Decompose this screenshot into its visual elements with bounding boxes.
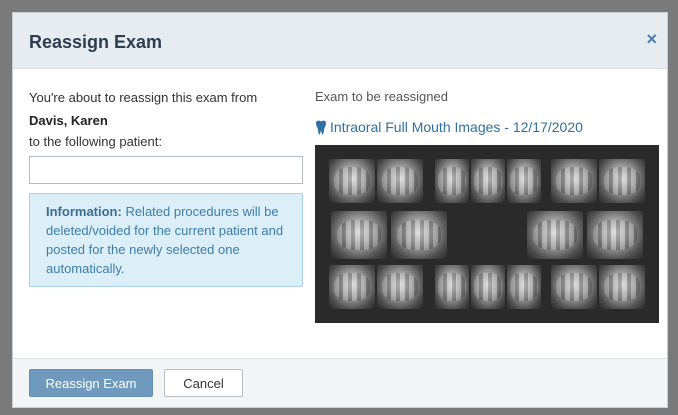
xray-image bbox=[551, 265, 597, 309]
dialog-footer: Reassign Exam Cancel bbox=[13, 358, 667, 407]
xray-image bbox=[391, 211, 447, 259]
close-icon[interactable]: × bbox=[646, 30, 657, 48]
xray-image bbox=[599, 159, 645, 203]
cancel-button[interactable]: Cancel bbox=[164, 369, 243, 397]
exam-link-label: Intraoral Full Mouth Images - 12/17/2020 bbox=[330, 119, 583, 135]
information-notice: Information: Related procedures will be … bbox=[29, 193, 303, 287]
information-label: Information: bbox=[46, 204, 122, 219]
dialog-title: Reassign Exam bbox=[29, 32, 163, 52]
current-patient-name: Davis, Karen bbox=[29, 113, 108, 128]
xray-image bbox=[527, 211, 583, 259]
exam-link[interactable]: Intraoral Full Mouth Images - 12/17/2020 bbox=[315, 119, 659, 135]
xray-image bbox=[599, 265, 645, 309]
exam-caption: Exam to be reassigned bbox=[315, 89, 448, 104]
xray-image bbox=[507, 265, 541, 309]
target-patient-input[interactable] bbox=[29, 156, 303, 184]
xray-image bbox=[331, 211, 387, 259]
xray-image bbox=[551, 159, 597, 203]
tooth-icon bbox=[316, 120, 326, 134]
xray-image bbox=[435, 159, 469, 203]
intro-text: You're about to reassign this exam from bbox=[29, 90, 258, 105]
xray-image bbox=[471, 159, 505, 203]
xray-image bbox=[471, 265, 505, 309]
xray-image bbox=[329, 159, 375, 203]
xray-thumbnail bbox=[315, 145, 659, 323]
exam-preview: Exam to be reassigned Intraoral Full Mou… bbox=[315, 89, 659, 323]
reassign-details: You're about to reassign this exam from … bbox=[29, 89, 303, 287]
reassign-exam-dialog: Reassign Exam × You're about to reassign… bbox=[12, 12, 668, 408]
xray-image bbox=[507, 159, 541, 203]
xray-image bbox=[435, 265, 469, 309]
target-patient-label: to the following patient: bbox=[29, 134, 162, 149]
reassign-exam-button[interactable]: Reassign Exam bbox=[29, 369, 153, 397]
dialog-header: Reassign Exam × bbox=[13, 13, 667, 69]
xray-image bbox=[377, 159, 423, 203]
xray-image bbox=[377, 265, 423, 309]
xray-image bbox=[587, 211, 643, 259]
xray-image bbox=[329, 265, 375, 309]
